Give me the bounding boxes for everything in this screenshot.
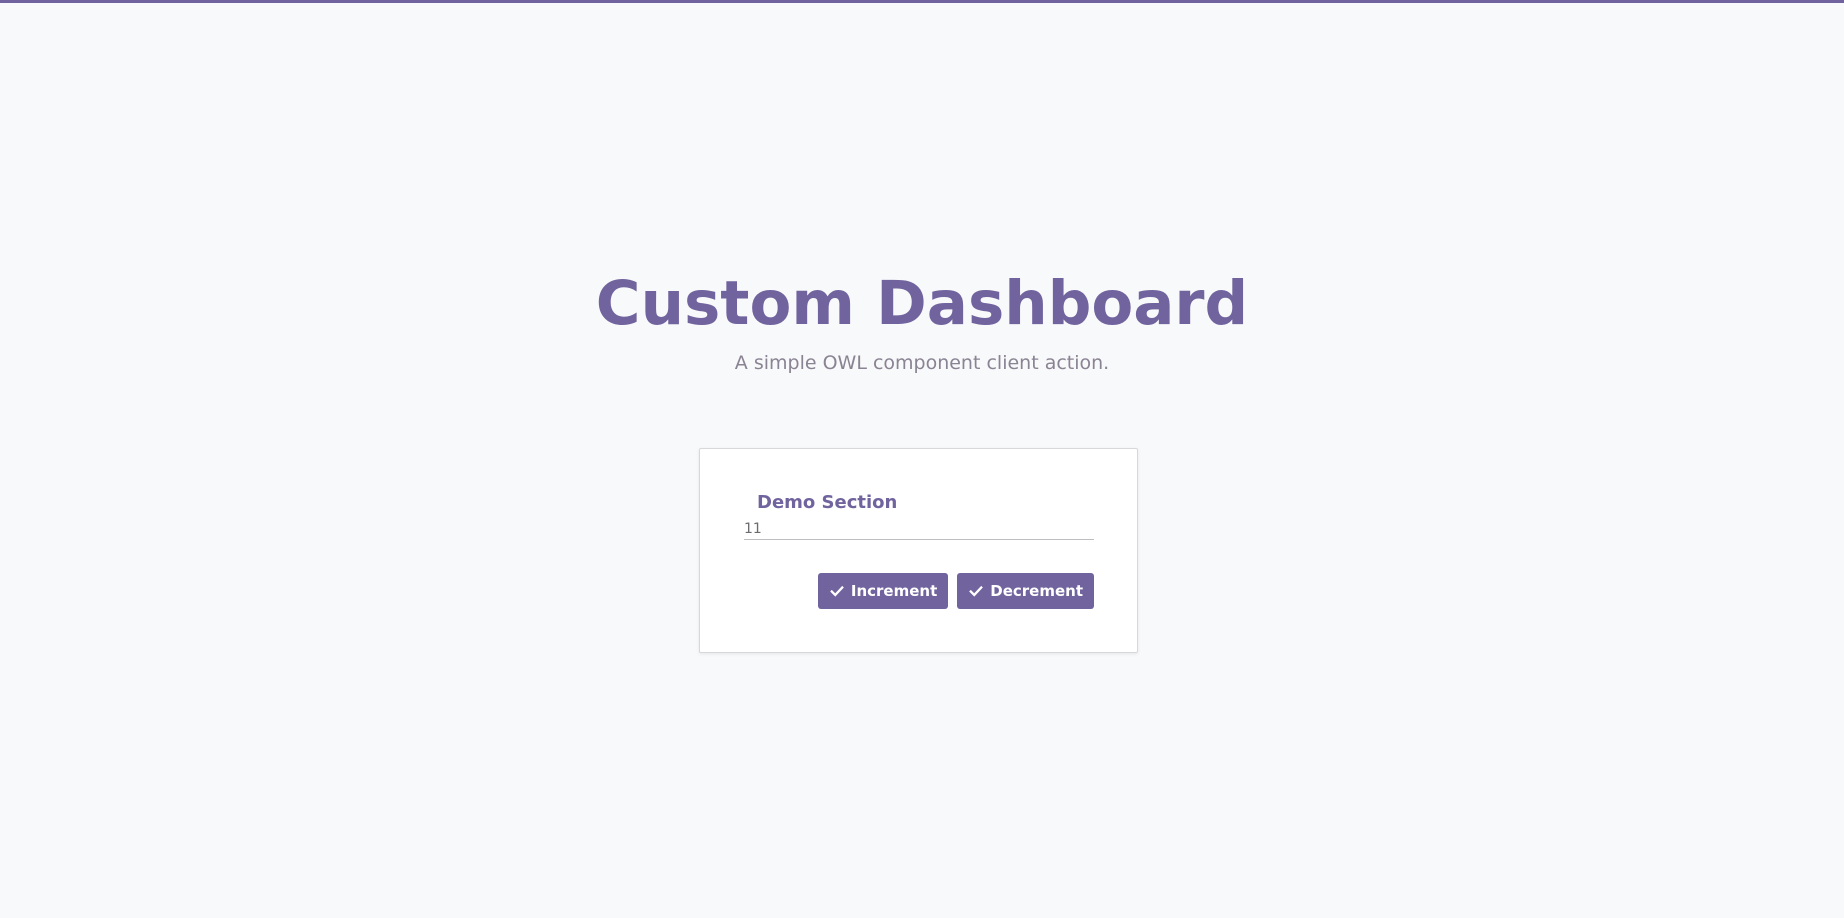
decrement-button-label: Decrement: [990, 582, 1083, 600]
check-icon: [830, 585, 844, 597]
button-row: Increment Decrement: [817, 573, 1094, 609]
section-title: Demo Section: [757, 492, 898, 513]
demo-card: Demo Section Increment Decrement: [699, 448, 1138, 653]
top-accent-bar: [0, 0, 1844, 3]
counter-field[interactable]: [744, 519, 1094, 540]
page-title: Custom Dashboard: [595, 268, 1249, 339]
increment-button[interactable]: Increment: [817, 573, 949, 609]
increment-button-label: Increment: [850, 582, 938, 600]
check-icon: [969, 585, 984, 597]
hero: Custom Dashboard A simple OWL component …: [0, 265, 1844, 377]
page-subtitle: A simple OWL component client action.: [734, 352, 1110, 374]
decrement-button[interactable]: Decrement: [957, 573, 1094, 609]
